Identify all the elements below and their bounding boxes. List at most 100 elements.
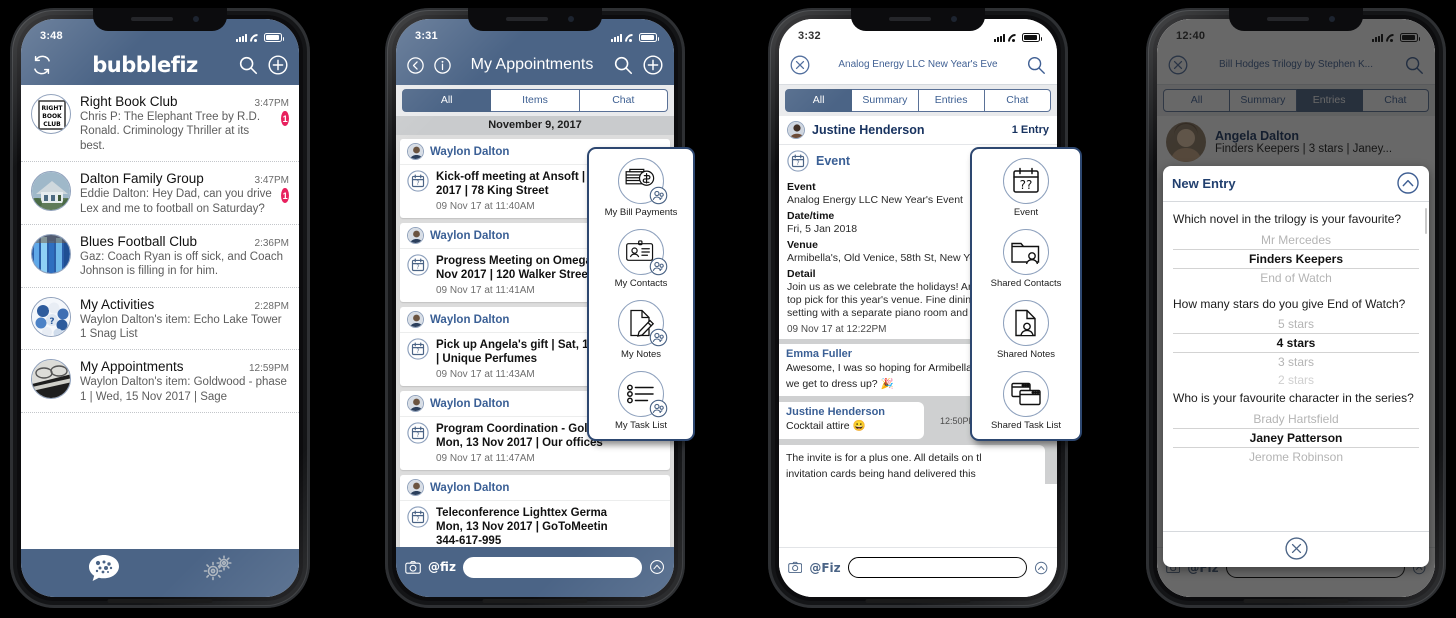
picker-option-selected[interactable]: Finders Keepers [1173,248,1419,269]
conversation-list: RIGHT BOOK CLUB Right Book Club 3:47PM C… [21,85,299,549]
event-calendar-icon: ? [407,506,429,528]
back-chevron-icon[interactable] [406,56,425,75]
svg-text:?: ? [796,160,799,167]
event-calendar-icon: ? [407,254,429,276]
task-list-icon [618,371,668,418]
tab-all[interactable]: All [1163,89,1231,112]
tab-chat[interactable]: Chat [579,89,668,112]
avatar [787,121,805,139]
picker-option[interactable]: Mr Mercedes [1173,231,1419,249]
segmented-tabs: All Summary Entries Chat [1157,85,1435,116]
sheet-body: Which novel in the trilogy is your favou… [1163,202,1429,531]
menu-item-shared-task-list[interactable]: Shared Task List [978,371,1074,431]
event-calendar-icon: ? [407,338,429,360]
tab-chat[interactable]: Chat [984,89,1051,112]
list-item[interactable]: RIGHT BOOK CLUB Right Book Club 3:47PM C… [21,85,299,163]
list-item[interactable]: Dalton Family Group 3:47PM Eddie Dalton:… [21,162,299,225]
gears-icon[interactable] [200,553,234,583]
svg-text:?: ? [416,432,419,439]
menu-item-event[interactable]: ?? Event [978,158,1074,218]
menu-item-bill-payments[interactable]: My Bill Payments [595,158,687,218]
picker-option[interactable]: Jerome Robinson [1173,448,1419,466]
entry-header[interactable]: Angela Dalton Finders Keepers | 3 stars … [1157,116,1435,168]
picker-option[interactable]: End of Watch [1173,269,1419,287]
sheet-footer [1163,531,1429,567]
list-item[interactable]: Waylon Dalton ? Teleconference Lighttex … [400,475,670,548]
sheet-header: New Entry [1163,166,1429,202]
search-icon[interactable] [237,54,259,76]
plus-circle-icon[interactable] [267,54,289,76]
item-title-line3: 344-617-995 [436,535,502,548]
status-time: 3:48 [40,30,63,42]
tab-chat[interactable]: Chat [1362,89,1429,112]
tab-all[interactable]: All [785,89,853,112]
question-text: Which novel in the trilogy is your favou… [1173,212,1402,226]
notch [93,8,227,31]
tab-entries[interactable]: Entries [1296,89,1363,112]
message-line: Cocktail attire 😀 [786,420,866,433]
chevron-up-circle-icon[interactable] [1034,557,1048,579]
picker-option-selected[interactable]: 4 stars [1173,333,1419,354]
bubble-chat-icon[interactable] [87,553,121,583]
message-composer: @fiz [396,547,674,597]
option-picker[interactable]: Brady Hartsfield Janey Patterson Jerome … [1173,410,1419,472]
menu-item-shared-contacts[interactable]: Shared Contacts [978,229,1074,289]
picker-option[interactable]: 3 stars [1173,353,1419,371]
tab-items[interactable]: Items [491,89,580,112]
camera-icon[interactable] [788,558,803,577]
scrollbar-thumb[interactable] [1425,208,1427,234]
close-circle-icon[interactable] [789,54,811,76]
person-name: Waylon Dalton [430,397,510,410]
picker-option[interactable]: Brady Hartsfield [1173,410,1419,428]
chevron-up-circle-icon[interactable] [1396,171,1420,195]
list-item[interactable]: My Appointments 12:59PM Waylon Dalton's … [21,350,299,414]
tab-summary[interactable]: Summary [1230,89,1297,112]
tab-all[interactable]: All [402,89,492,112]
entry-header[interactable]: Justine Henderson 1 Entry [779,116,1057,145]
option-picker[interactable]: Mr Mercedes Finders Keepers End of Watch [1173,231,1419,293]
message-input[interactable] [847,557,1027,578]
close-circle-icon[interactable] [1284,536,1309,561]
conversation-title: My Activities [80,296,155,312]
picker-option-selected[interactable]: Janey Patterson [1173,427,1419,448]
camera-icon[interactable] [405,558,421,577]
picker-option[interactable]: 2 stars [1173,371,1419,389]
search-icon[interactable] [1025,54,1047,76]
list-item[interactable]: Blues Football Club 2:36PM Gaz: Coach Ry… [21,225,299,288]
svg-text:?: ? [416,348,419,355]
person-name: Waylon Dalton [430,229,510,242]
menu-item-notes[interactable]: My Notes [595,300,687,360]
conversation-time: 3:47PM [254,175,289,187]
segmented-tabs: All Summary Entries Chat [779,85,1057,116]
shared-people-badge-icon [649,399,668,418]
info-circle-icon[interactable] [433,56,452,75]
option-picker[interactable]: 5 stars 4 stars 3 stars 2 stars [1173,315,1419,387]
notch [1229,8,1363,31]
refresh-icon[interactable] [31,54,53,76]
menu-item-task-list[interactable]: My Task List [595,371,687,431]
question-text: Who is your favourite character in the s… [1173,391,1414,406]
search-icon[interactable] [612,54,634,76]
chat-message[interactable]: Justine Henderson Cocktail attire 😀 [779,402,924,439]
page-title: Bill Hodges Trilogy by Stephen K... [1219,59,1373,70]
search-icon[interactable] [1403,54,1425,76]
entry-subtitle: Finders Keepers | 3 stars | Janey... [1215,143,1393,155]
plus-circle-icon[interactable] [642,54,664,76]
event-row-label: Event [816,154,851,168]
shared-notes-icon [1003,300,1049,346]
status-time: 12:40 [1176,30,1206,42]
menu-item-shared-notes[interactable]: Shared Notes [978,300,1074,360]
chat-message[interactable]: The invite is for a plus one. All detail… [779,444,1045,484]
tab-entries[interactable]: Entries [918,89,985,112]
wifi-icon [1008,34,1019,42]
list-item[interactable]: ? My Activities 2:28PM Waylon Dalton's i… [21,288,299,351]
conversation-title: Right Book Club [80,94,178,109]
svg-text:?: ? [416,516,419,523]
menu-item-contacts[interactable]: My Contacts [595,229,687,289]
chevron-up-circle-icon[interactable] [649,556,665,578]
message-line: The invite is for a plus one. All detail… [786,451,982,464]
message-input[interactable] [462,556,642,578]
picker-option[interactable]: 5 stars [1173,315,1419,333]
close-circle-icon[interactable] [1167,54,1189,76]
tab-summary[interactable]: Summary [852,89,919,112]
